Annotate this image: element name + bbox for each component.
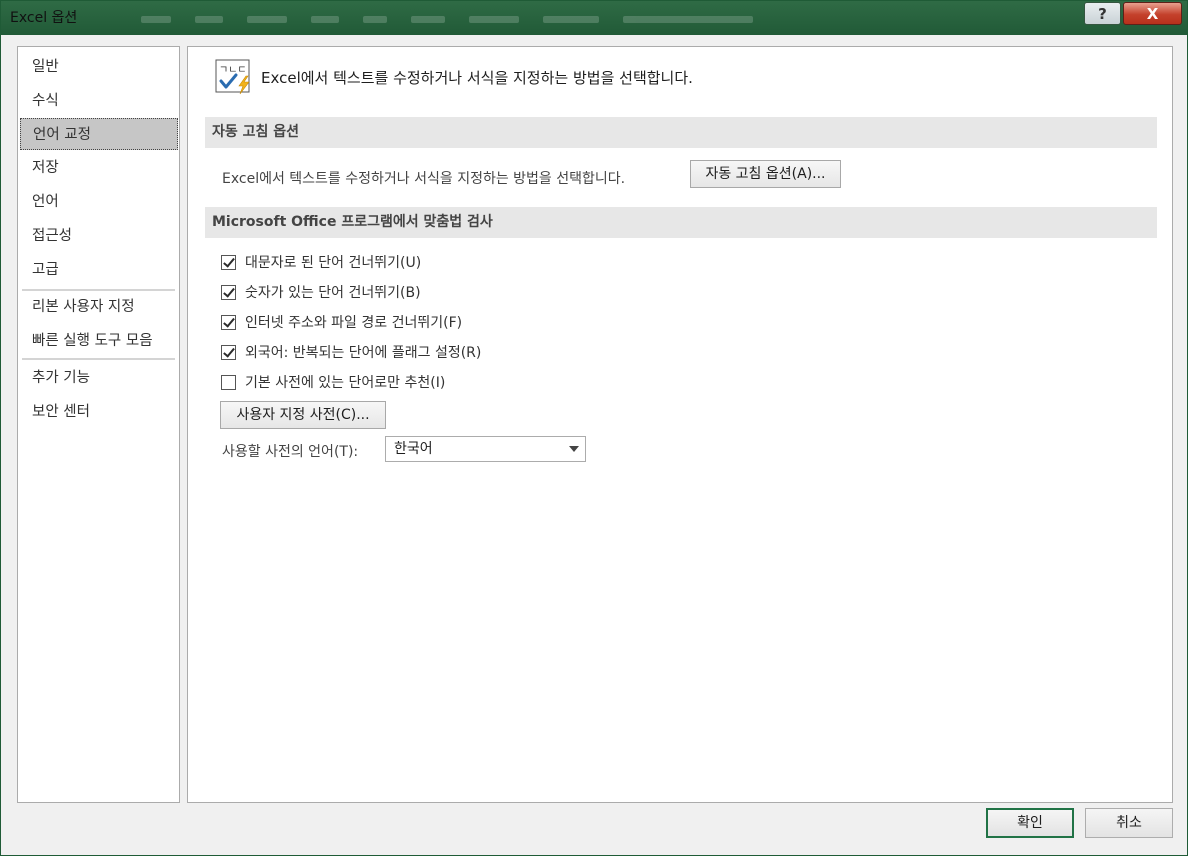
proofing-icon-glyphs: ㄱㄴㄷ (219, 65, 247, 76)
close-icon: X (1146, 4, 1159, 23)
window-title: Excel 옵션 (10, 10, 78, 26)
dictionary-language-value: 한국어 (394, 441, 433, 457)
autocorrect-section-header: 자동 고침 옵션 (205, 117, 1157, 148)
checkbox-ignore-uppercase[interactable] (221, 254, 236, 270)
sidebar-item-formulas[interactable]: 수식 (20, 85, 178, 117)
dictionary-language-select[interactable]: 한국어 (385, 436, 586, 462)
excel-options-dialog: Excel 옵션 ? X 일반 수식 언어 교정 저장 언어 접근성 고급 리본… (0, 0, 1188, 856)
checkbox-ignore-internet-addresses[interactable] (221, 314, 236, 330)
cancel-button[interactable]: 취소 (1085, 808, 1173, 838)
proofing-panel: ㄱㄴㄷ Excel에서 텍스트를 수정하거나 서식을 지정하는 방법을 선택합니… (187, 46, 1173, 803)
title-bar[interactable]: Excel 옵션 ? X (1, 1, 1187, 35)
option-label: 인터넷 주소와 파일 경로 건너뛰기(F) (245, 315, 463, 331)
autocorrect-options-button[interactable]: 자동 고침 옵션(A)... (690, 160, 841, 188)
sidebar-item-trust-center[interactable]: 보안 센터 (20, 396, 178, 428)
sidebar-item-proofing[interactable]: 언어 교정 (20, 118, 178, 150)
sidebar-item-general[interactable]: 일반 (20, 51, 178, 83)
option-label: 외국어: 반복되는 단어에 플래그 설정(R) (245, 345, 482, 361)
sidebar-item-add-ins[interactable]: 추가 기능 (20, 362, 178, 394)
help-icon: ? (1098, 4, 1107, 23)
sidebar-item-save[interactable]: 저장 (20, 152, 178, 184)
option-suggest-main-dictionary-only[interactable]: 기본 사전에 있는 단어로만 추천(I) (221, 373, 445, 391)
checkbox-suggest-main-dictionary-only[interactable] (221, 374, 236, 390)
option-ignore-numbers[interactable]: 숫자가 있는 단어 건너뛰기(B) (221, 283, 421, 301)
checkbox-ignore-numbers[interactable] (221, 284, 236, 300)
spelling-section-header: Microsoft Office 프로그램에서 맞춤법 검사 (205, 207, 1157, 238)
ok-button[interactable]: 확인 (986, 808, 1074, 838)
custom-dictionaries-button[interactable]: 사용자 지정 사전(C)... (220, 401, 386, 429)
options-sidebar: 일반 수식 언어 교정 저장 언어 접근성 고급 리본 사용자 지정 빠른 실행… (17, 46, 180, 803)
option-ignore-internet-addresses[interactable]: 인터넷 주소와 파일 경로 건너뛰기(F) (221, 313, 462, 331)
proofing-icon: ㄱㄴㄷ (215, 59, 253, 95)
autocorrect-description: Excel에서 텍스트를 수정하거나 서식을 지정하는 방법을 선택합니다. (222, 171, 626, 187)
chevron-down-icon[interactable] (569, 446, 579, 452)
close-button[interactable]: X (1123, 2, 1182, 25)
sidebar-item-customize-ribbon[interactable]: 리본 사용자 지정 (20, 291, 178, 323)
sidebar-item-language[interactable]: 언어 (20, 186, 178, 218)
option-ignore-uppercase[interactable]: 대문자로 된 단어 건너뛰기(U) (221, 253, 421, 271)
option-label: 기본 사전에 있는 단어로만 추천(I) (245, 375, 446, 391)
option-flag-repeated-words[interactable]: 외국어: 반복되는 단어에 플래그 설정(R) (221, 343, 481, 361)
title-bar-background-ribbon (141, 13, 841, 25)
sidebar-item-advanced[interactable]: 고급 (20, 254, 178, 286)
option-label: 숫자가 있는 단어 건너뛰기(B) (245, 285, 421, 301)
checkbox-flag-repeated-words[interactable] (221, 344, 236, 360)
dictionary-language-label: 사용할 사전의 언어(T): (222, 444, 359, 460)
sidebar-item-quick-access-toolbar[interactable]: 빠른 실행 도구 모음 (20, 325, 178, 357)
help-button[interactable]: ? (1084, 2, 1121, 25)
sidebar-divider (22, 358, 175, 360)
sidebar-item-accessibility[interactable]: 접근성 (20, 220, 178, 252)
page-description: Excel에서 텍스트를 수정하거나 서식을 지정하는 방법을 선택합니다. (261, 69, 693, 87)
option-label: 대문자로 된 단어 건너뛰기(U) (245, 255, 422, 271)
